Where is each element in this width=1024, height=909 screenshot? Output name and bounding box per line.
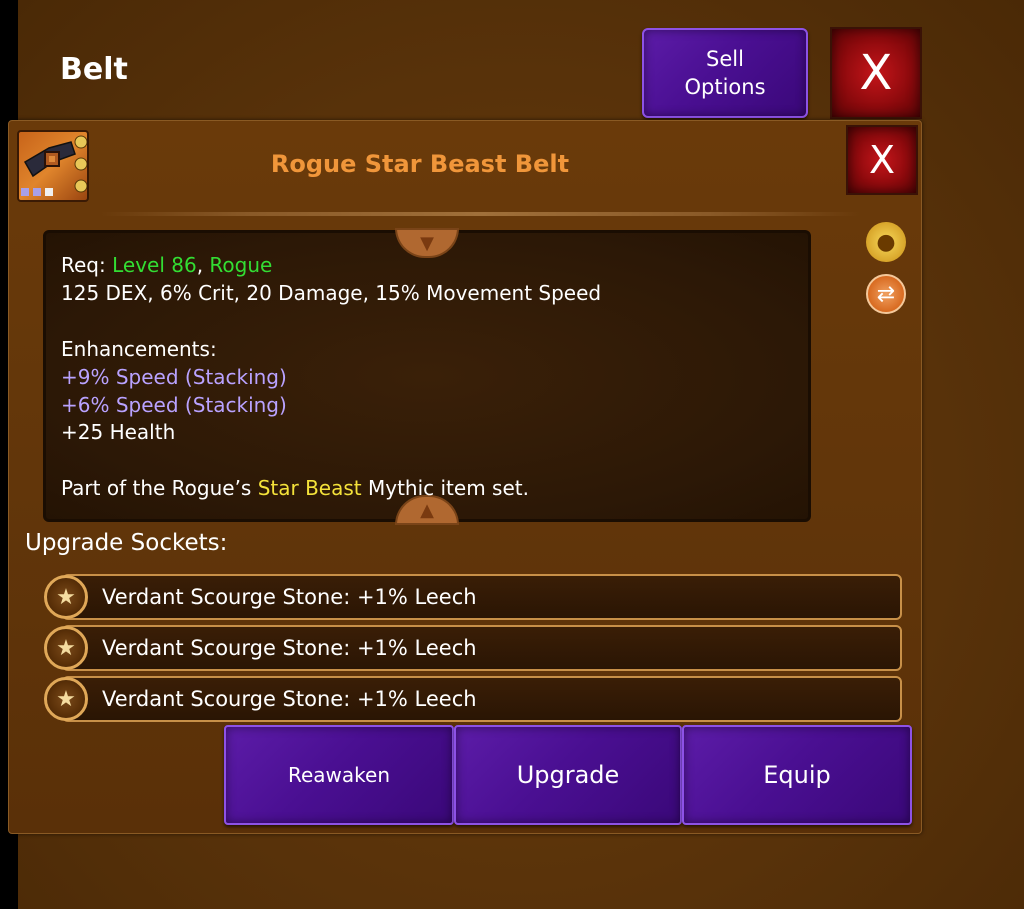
requirements-line: Req: Level 86, Rogue bbox=[61, 253, 272, 277]
socket-row[interactable]: Verdant Scourge Stone: +1% Leech bbox=[62, 574, 902, 620]
req-level: Level 86 bbox=[112, 253, 197, 277]
upgrade-label: Upgrade bbox=[516, 761, 620, 789]
star-gem-icon: ★ bbox=[44, 575, 88, 619]
equip-label: Equip bbox=[763, 761, 831, 789]
sell-options-button[interactable]: Sell Options bbox=[642, 28, 808, 118]
star-gem-icon: ★ bbox=[44, 677, 88, 721]
req-class: Rogue bbox=[209, 253, 273, 277]
header-divider bbox=[100, 212, 860, 216]
window-title: Belt bbox=[60, 52, 128, 87]
socket-row[interactable]: Verdant Scourge Stone: +1% Leech bbox=[62, 625, 902, 671]
item-stats: 125 DEX, 6% Crit, 20 Damage, 15% Movemen… bbox=[61, 281, 602, 305]
req-separator: , bbox=[196, 253, 210, 277]
item-set-line: Part of the Rogue’s Star Beast Mythic it… bbox=[61, 476, 529, 500]
socket-row[interactable]: Verdant Scourge Stone: +1% Leech bbox=[62, 676, 902, 722]
close-icon: X bbox=[868, 138, 896, 182]
socket-text: Verdant Scourge Stone: +1% Leech bbox=[102, 636, 477, 660]
set-prefix: Part of the Rogue’s bbox=[61, 476, 258, 500]
gold-bag-icon[interactable]: ● bbox=[866, 222, 906, 262]
set-name: Star Beast bbox=[257, 476, 362, 500]
sell-options-label-line2: Options bbox=[684, 75, 766, 99]
enhancement-item: +6% Speed (Stacking) bbox=[61, 393, 287, 417]
set-suffix: Mythic item set. bbox=[361, 476, 529, 500]
swap-icon[interactable]: ⇄ bbox=[866, 274, 906, 314]
reawaken-button[interactable]: Reawaken bbox=[224, 725, 454, 825]
reawaken-label: Reawaken bbox=[287, 763, 391, 787]
equip-button[interactable]: Equip bbox=[682, 725, 912, 825]
close-item-button[interactable]: X bbox=[846, 125, 918, 195]
star-gem-icon: ★ bbox=[44, 626, 88, 670]
enhancement-item: +25 Health bbox=[61, 420, 176, 444]
belt-item-icon bbox=[17, 130, 89, 202]
upgrade-button[interactable]: Upgrade bbox=[454, 725, 682, 825]
sell-options-label-line1: Sell bbox=[706, 47, 744, 71]
enhancements-label: Enhancements: bbox=[61, 337, 217, 361]
req-prefix: Req: bbox=[61, 253, 113, 277]
upgrade-sockets-label: Upgrade Sockets: bbox=[25, 530, 228, 556]
socket-text: Verdant Scourge Stone: +1% Leech bbox=[102, 585, 477, 609]
close-window-button[interactable]: X bbox=[830, 27, 922, 119]
enhancement-item: +9% Speed (Stacking) bbox=[61, 365, 287, 389]
item-name: Rogue Star Beast Belt bbox=[270, 150, 570, 178]
close-icon: X bbox=[859, 45, 893, 101]
socket-text: Verdant Scourge Stone: +1% Leech bbox=[102, 687, 477, 711]
